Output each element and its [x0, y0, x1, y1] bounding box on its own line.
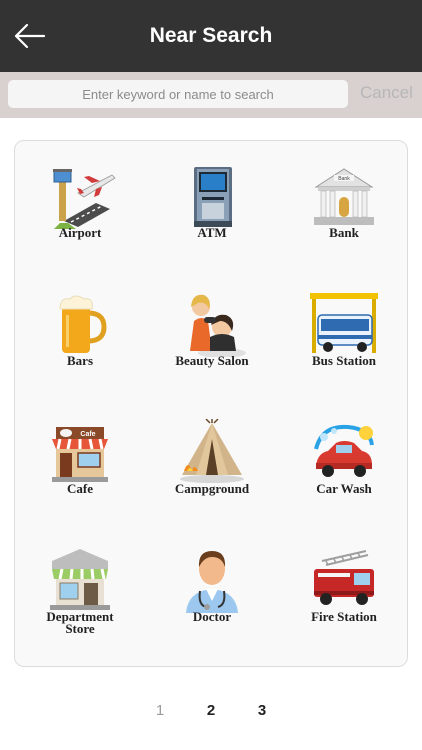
category-cafe[interactable]: Cafe Cafe	[15, 397, 145, 525]
category-beauty-salon[interactable]: Beauty Salon	[147, 269, 277, 397]
category-grid: Airport ATM Bank Bank Bars Beauty Salon …	[14, 140, 408, 667]
category-label: Bars	[67, 353, 93, 368]
category-doctor[interactable]: Doctor	[147, 525, 277, 653]
bus-icon	[310, 293, 378, 353]
page-title: Near Search	[149, 24, 273, 47]
svg-text:Bank: Bank	[338, 176, 350, 182]
car-wash-icon	[314, 424, 374, 477]
category-car-wash[interactable]: Car Wash	[279, 397, 409, 525]
fire-truck-icon	[314, 550, 374, 605]
bank-icon: Bank	[314, 168, 374, 225]
category-department-store[interactable]: Department Store	[15, 525, 145, 653]
category-label: Bus Station	[312, 353, 376, 368]
atm-icon	[194, 167, 232, 227]
top-bar: Near Search	[0, 0, 422, 72]
category-label: Cafe	[67, 481, 93, 496]
category-label: Airport	[58, 225, 102, 240]
beer-mug-icon	[59, 295, 107, 353]
category-airport[interactable]: Airport	[15, 141, 145, 269]
category-label: Department Store	[46, 609, 114, 636]
airport-icon	[53, 169, 116, 229]
category-label: Bank	[329, 225, 359, 240]
category-label: ATM	[197, 225, 227, 240]
category-label: Doctor	[192, 609, 232, 624]
category-label: Fire Station	[311, 609, 377, 624]
page-2-button[interactable]: 2	[196, 702, 226, 719]
category-bars[interactable]: Bars	[15, 269, 145, 397]
svg-text:Cafe: Cafe	[80, 431, 95, 438]
category-atm[interactable]: ATM	[147, 141, 277, 269]
tent-campfire-icon	[180, 419, 244, 483]
cancel-button[interactable]: Cancel	[360, 82, 413, 104]
search-input[interactable]	[8, 80, 348, 108]
category-campground[interactable]: Campground	[147, 397, 277, 525]
cafe-icon: Cafe	[52, 427, 108, 482]
page-3-button[interactable]: 3	[247, 702, 277, 719]
search-bar	[0, 72, 422, 118]
category-bank[interactable]: Bank Bank	[279, 141, 409, 269]
doctor-icon	[186, 551, 238, 613]
category-label: Campground	[174, 481, 250, 496]
department-store-icon	[50, 549, 110, 610]
category-bus-station[interactable]: Bus Station	[279, 269, 409, 397]
category-label: Car Wash	[316, 481, 372, 496]
category-label: Beauty Salon	[175, 353, 249, 368]
page-1-button[interactable]: 1	[145, 702, 175, 719]
beauty-salon-icon	[190, 294, 246, 357]
category-fire-station[interactable]: Fire Station	[279, 525, 409, 653]
